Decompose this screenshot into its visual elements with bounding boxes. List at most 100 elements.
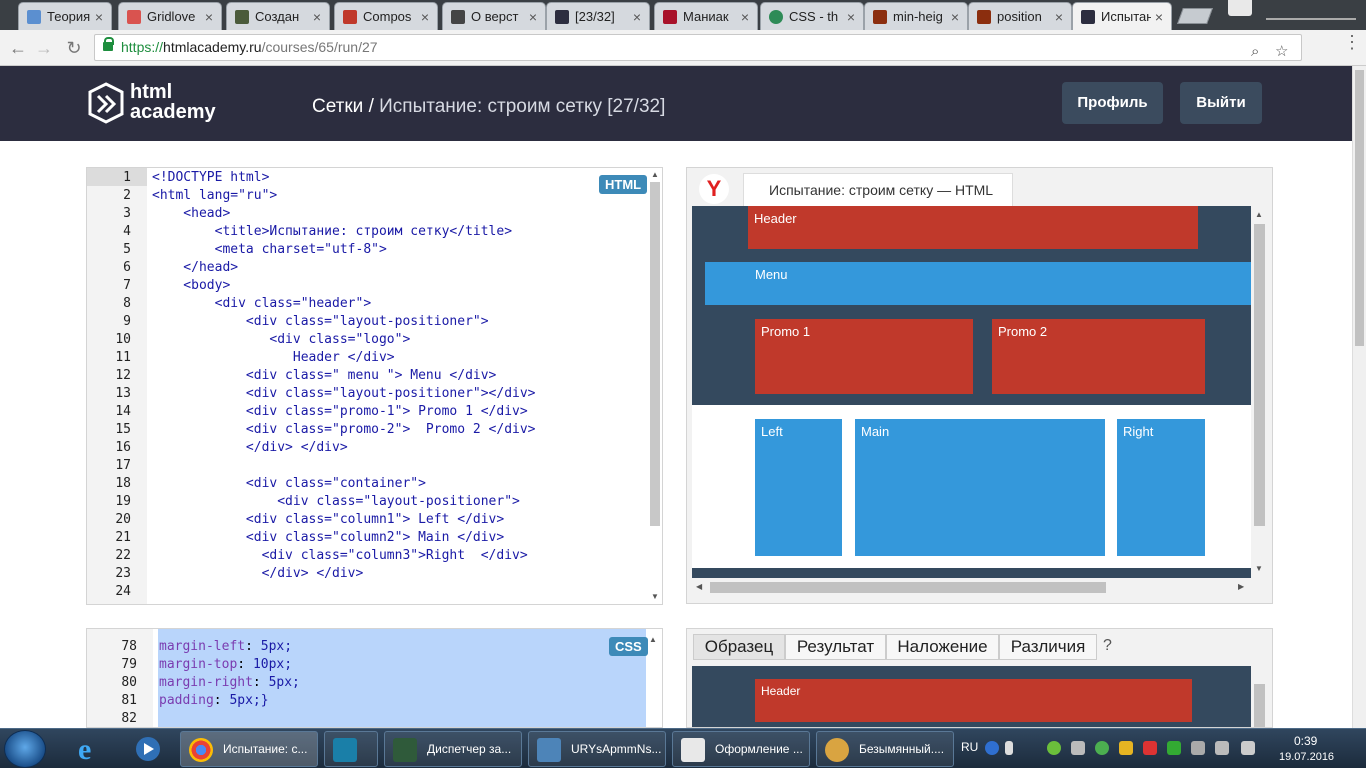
language-indicator[interactable]: RU — [961, 740, 978, 754]
input-options-icon[interactable] — [1005, 741, 1013, 755]
close-icon[interactable]: × — [201, 9, 217, 25]
bookmark-star-icon[interactable]: ☆ — [1275, 39, 1288, 64]
code-line[interactable]: <head> — [152, 205, 230, 223]
css-code-line[interactable]: margin-top: 10px; — [159, 656, 292, 674]
code-line[interactable]: <div class="header"> — [152, 295, 372, 313]
code-line[interactable]: </div> </div> — [152, 565, 364, 583]
profile-button[interactable]: Профиль — [1062, 82, 1163, 124]
html-academy-logo-icon[interactable] — [88, 82, 124, 124]
tab-overlay[interactable]: Наложение — [886, 634, 999, 660]
browser-tab[interactable]: min-heig × — [864, 2, 968, 30]
tray-app-icon[interactable] — [1167, 741, 1181, 755]
css-code-line[interactable]: padding: 5px;} — [159, 692, 269, 710]
code-line[interactable]: <div class="layout-positioner"></div> — [152, 385, 536, 403]
taskbar-item-image-viewer[interactable]: URYsApmmNs... — [528, 731, 666, 767]
preview-hscrollbar-thumb[interactable] — [710, 582, 1106, 593]
code-line[interactable]: <div class="promo-2"> Promo 2 </div> — [152, 421, 536, 439]
code-line[interactable]: <!DOCTYPE html> — [152, 169, 269, 187]
back-arrow-icon[interactable]: ← — [6, 36, 30, 60]
code-line[interactable]: Header </div> — [152, 349, 395, 367]
scroll-up-icon[interactable]: ▲ — [649, 635, 657, 644]
clock-date[interactable]: 19.07.2016 — [1279, 751, 1334, 763]
scroll-down-icon[interactable]: ▼ — [651, 592, 659, 601]
close-icon[interactable]: × — [843, 9, 859, 25]
tab-differences[interactable]: Различия — [999, 634, 1097, 660]
scroll-up-icon[interactable]: ▲ — [651, 170, 659, 179]
tray-app-icon[interactable] — [1215, 741, 1229, 755]
close-icon[interactable]: × — [525, 9, 541, 25]
preview-vertical-scrollbar[interactable]: ▲ ▼ — [1251, 206, 1267, 578]
scroll-left-icon[interactable]: ◀ — [696, 582, 702, 591]
tray-app-icon[interactable] — [1143, 741, 1157, 755]
close-icon[interactable]: × — [629, 9, 645, 25]
network-icon[interactable] — [1191, 741, 1205, 755]
code-line[interactable]: <div class="layout-positioner"> — [152, 313, 489, 331]
tray-app-icon[interactable] — [1119, 741, 1133, 755]
browser-tab-active[interactable]: Испытан × — [1072, 2, 1172, 30]
start-button[interactable] — [4, 730, 46, 768]
taskbar-item-task-manager[interactable]: Диспетчер за... — [384, 731, 522, 767]
browser-tab[interactable]: CSS - th × — [760, 2, 864, 30]
forward-arrow-icon[interactable]: → — [32, 36, 56, 60]
code-line[interactable]: <meta charset="utf-8"> — [152, 241, 387, 259]
scroll-down-icon[interactable]: ▼ — [1255, 564, 1263, 573]
close-icon[interactable]: × — [91, 9, 107, 25]
internet-explorer-icon[interactable]: e — [66, 733, 110, 766]
tab-sample[interactable]: Образец — [693, 634, 785, 660]
minimize-window-button[interactable] — [1266, 6, 1356, 20]
scroll-right-icon[interactable]: ▶ — [1238, 582, 1244, 591]
new-tab-button[interactable] — [1177, 8, 1213, 24]
preview-scrollbar-thumb[interactable] — [1254, 224, 1265, 526]
breadcrumb-section[interactable]: Сетки / — [312, 96, 374, 117]
browser-menu-icon[interactable]: ⋮ — [1343, 33, 1361, 51]
preview-horizontal-scrollbar[interactable]: ◀ ▶ — [692, 578, 1251, 596]
close-icon[interactable]: × — [309, 9, 325, 25]
help-icon[interactable]: ? — [1103, 637, 1112, 655]
browser-tab[interactable]: [23/32] × — [546, 2, 650, 30]
close-icon[interactable]: × — [1051, 9, 1067, 25]
code-line[interactable]: <div class="column2"> Main </div> — [152, 529, 504, 547]
code-line[interactable]: <div class="column1"> Left </div> — [152, 511, 504, 529]
html-code-editor[interactable]: 1 2 3 4 5 6 7 8 9 10 11 12 13 14 15 16 17 18 19 20 21 22 23 24 … — [86, 167, 663, 605]
logo-text[interactable]: html academy — [130, 82, 216, 122]
clock-time[interactable]: 0:39 — [1294, 734, 1317, 748]
close-icon[interactable]: × — [947, 9, 963, 25]
editor-scrollbar-thumb[interactable] — [650, 182, 660, 526]
browser-tab[interactable]: Теория × — [18, 2, 112, 30]
address-bar[interactable]: https://htmlacademy.ru/courses/65/run/27… — [94, 34, 1302, 61]
preview-frame[interactable]: Header Menu Promo 1 Promo 2 Left Main Ri… — [692, 206, 1251, 578]
reload-icon[interactable]: ↻ — [62, 36, 86, 60]
scroll-up-icon[interactable]: ▲ — [1255, 210, 1263, 219]
code-line[interactable]: </head> — [152, 259, 238, 277]
browser-tab[interactable]: position × — [968, 2, 1072, 30]
preview-tab-title[interactable]: Испытание: строим сетку — HTML — [743, 173, 1013, 207]
code-line[interactable]: <div class="column3">Right </div> — [152, 547, 528, 565]
code-line[interactable]: <div class="promo-1"> Promo 1 </div> — [152, 403, 528, 421]
taskbar-item-printer[interactable] — [324, 731, 378, 767]
tab-result[interactable]: Результат — [785, 634, 886, 660]
code-line[interactable]: <title>Испытание: строим сетку</title> — [152, 223, 512, 241]
browser-tab[interactable]: О верст × — [442, 2, 546, 30]
browser-tab[interactable]: Создан × — [226, 2, 330, 30]
css-code-line[interactable]: margin-right: 5px; — [159, 674, 300, 692]
close-icon[interactable]: × — [737, 9, 753, 25]
css-code-editor[interactable]: 78 79 80 81 82 margin-left: 5px; margin-top: … — [86, 628, 663, 728]
user-profile-icon[interactable] — [1228, 0, 1252, 16]
css-code-line[interactable]: margin-left: 5px; — [159, 638, 292, 656]
taskbar-item-word[interactable]: Оформление ... — [672, 731, 810, 767]
code-line[interactable]: <div class="container"> — [152, 475, 426, 493]
taskbar-item-paint[interactable]: Безымянный.... — [816, 731, 954, 767]
browser-tab[interactable]: Маниак × — [654, 2, 758, 30]
close-icon[interactable]: × — [417, 9, 433, 25]
tray-app-icon[interactable] — [1071, 741, 1085, 755]
tray-app-icon[interactable] — [1095, 741, 1109, 755]
taskbar-item-chrome[interactable]: Испытание: с... — [180, 731, 318, 767]
code-line[interactable]: <div class="logo"> — [152, 331, 410, 349]
page-scrollbar[interactable] — [1352, 66, 1366, 728]
tray-app-icon[interactable] — [1047, 741, 1061, 755]
code-line[interactable]: <div class="layout-positioner"> — [152, 493, 520, 511]
browser-tab[interactable]: Compos × — [334, 2, 438, 30]
code-line[interactable]: <html lang="ru"> — [152, 187, 277, 205]
compare-scrollbar-thumb[interactable] — [1254, 684, 1265, 727]
browser-tab[interactable]: Gridlove × — [118, 2, 222, 30]
